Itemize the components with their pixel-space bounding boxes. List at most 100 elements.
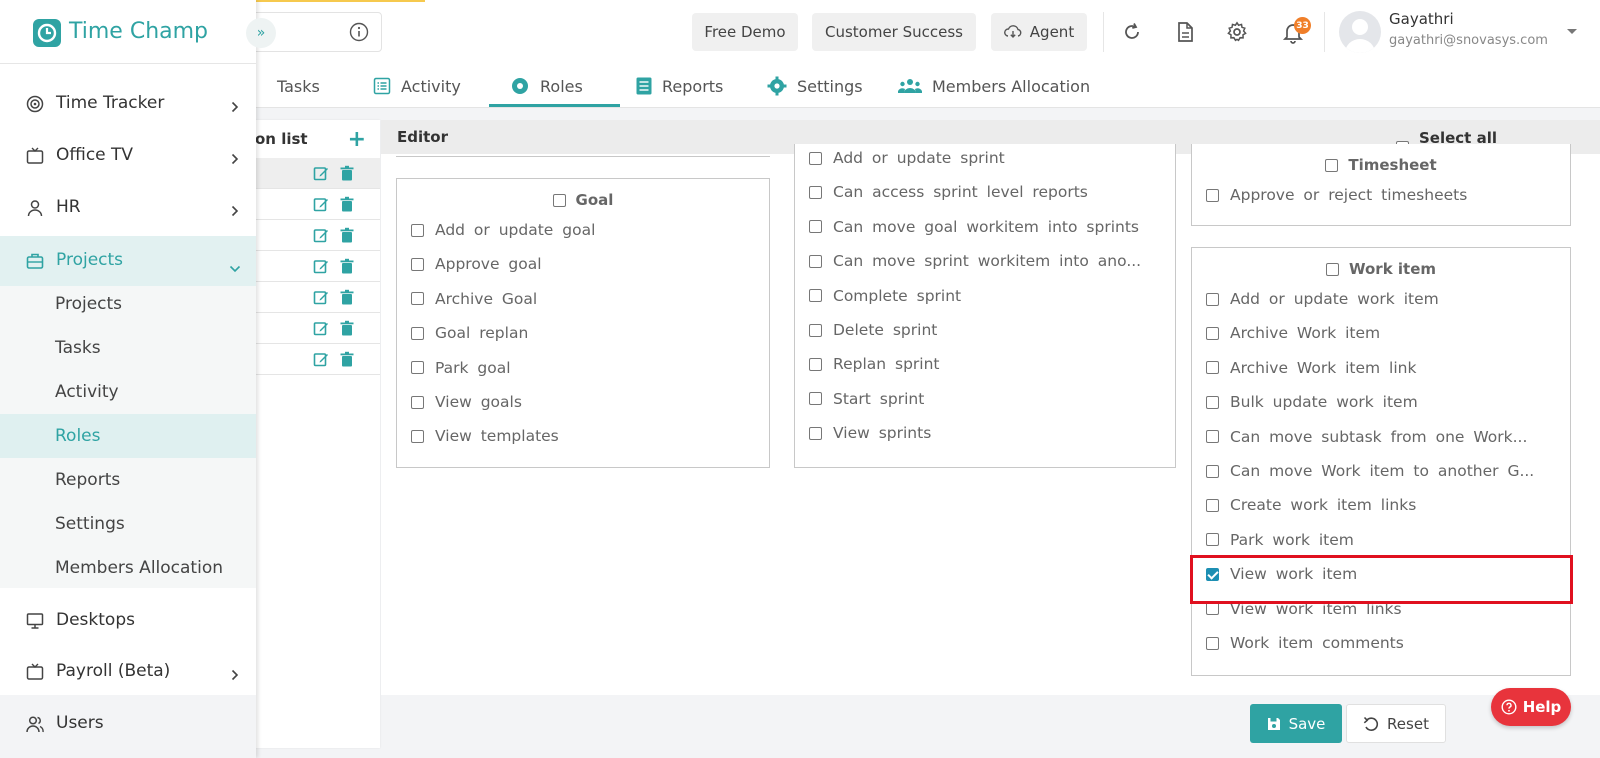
submenu-item-projects[interactable]: Projects: [55, 294, 122, 314]
submenu-item-members-allocation[interactable]: Members Allocation: [55, 558, 223, 578]
workitem-permission[interactable]: Can move Work item to another G...: [1206, 462, 1534, 480]
permission-checkbox[interactable]: [809, 323, 822, 337]
refresh-icon[interactable]: [1120, 20, 1144, 44]
edit-icon[interactable]: [313, 351, 329, 367]
sprint-permission[interactable]: Can move sprint workitem into ano...: [809, 252, 1141, 270]
workitem-permission[interactable]: Archive Work item: [1206, 324, 1380, 342]
submenu-item-reports[interactable]: Reports: [55, 470, 120, 490]
goal-permission[interactable]: Approve goal: [411, 255, 542, 273]
workitem-permission[interactable]: Create work item links: [1206, 496, 1416, 514]
save-button[interactable]: Save: [1250, 704, 1342, 743]
role-row[interactable]: [253, 189, 380, 220]
sprint-permission[interactable]: Complete sprint: [809, 287, 961, 305]
edit-icon[interactable]: [313, 258, 329, 274]
sprint-permission[interactable]: Delete sprint: [809, 321, 937, 339]
sprint-permission[interactable]: View sprints: [809, 424, 931, 442]
permission-checkbox[interactable]: [809, 185, 822, 199]
trash-icon[interactable]: [339, 258, 355, 274]
document-icon[interactable]: [1173, 20, 1197, 44]
permission-checkbox[interactable]: [1206, 361, 1219, 375]
permission-checkbox[interactable]: [809, 392, 822, 406]
role-row[interactable]: [253, 251, 380, 282]
agent-button[interactable]: Agent: [991, 13, 1087, 51]
avatar[interactable]: [1339, 11, 1381, 53]
permission-checkbox[interactable]: [411, 292, 424, 306]
permission-checkbox[interactable]: [1206, 395, 1219, 409]
permission-checkbox[interactable]: [1206, 430, 1219, 444]
sprint-permission[interactable]: Start sprint: [809, 390, 924, 408]
role-row[interactable]: [253, 344, 380, 375]
workitem-permission[interactable]: Park work item: [1206, 531, 1354, 549]
trash-icon[interactable]: [339, 351, 355, 367]
sprint-permission[interactable]: Replan sprint: [809, 355, 940, 373]
permission-checkbox[interactable]: [1206, 292, 1219, 306]
edit-icon[interactable]: [313, 320, 329, 336]
sidebar-item-payroll-beta[interactable]: Payroll (Beta): [0, 647, 256, 697]
permission-checkbox[interactable]: [411, 395, 424, 409]
trash-icon[interactable]: [339, 196, 355, 212]
goal-group-checkbox[interactable]: [552, 193, 566, 207]
role-row[interactable]: [253, 220, 380, 251]
reset-button[interactable]: Reset: [1346, 704, 1446, 743]
add-role-button[interactable]: +: [348, 127, 366, 152]
permission-checkbox[interactable]: [809, 426, 822, 440]
permission-checkbox[interactable]: [1206, 636, 1219, 650]
tab-tasks[interactable]: Tasks: [277, 64, 320, 108]
permission-checkbox[interactable]: [809, 151, 822, 165]
workitem-permission[interactable]: Work item comments: [1206, 634, 1404, 652]
goal-permission[interactable]: Park goal: [411, 359, 511, 377]
caret-down-icon[interactable]: [1566, 28, 1578, 36]
sidebar-item-time-tracker[interactable]: Time Tracker: [0, 79, 256, 129]
goal-permission[interactable]: Goal replan: [411, 324, 528, 342]
edit-icon[interactable]: [313, 289, 329, 305]
role-row[interactable]: [253, 282, 380, 313]
expand-sidebar-icon[interactable]: »: [246, 18, 276, 48]
permission-checkbox[interactable]: [411, 223, 424, 237]
tab-members-allocation[interactable]: Members Allocation: [898, 64, 1090, 108]
sprint-permission[interactable]: Add or update sprint: [809, 149, 1005, 167]
role-row[interactable]: [253, 158, 380, 189]
customer-success-button[interactable]: Customer Success: [812, 13, 976, 51]
info-icon[interactable]: [349, 22, 369, 42]
submenu-item-settings[interactable]: Settings: [55, 514, 125, 534]
trash-icon[interactable]: [339, 165, 355, 181]
trash-icon[interactable]: [339, 289, 355, 305]
goal-permission[interactable]: Add or update goal: [411, 221, 595, 239]
permission-checkbox[interactable]: [411, 429, 424, 443]
sidebar-item-desktops[interactable]: Desktops: [0, 596, 256, 646]
tab-settings[interactable]: Settings: [767, 64, 863, 108]
edit-icon[interactable]: [313, 227, 329, 243]
permission-checkbox[interactable]: [1206, 533, 1219, 547]
role-row[interactable]: [253, 313, 380, 344]
permission-checkbox[interactable]: [1206, 498, 1219, 512]
edit-icon[interactable]: [313, 196, 329, 212]
goal-permission[interactable]: Archive Goal: [411, 290, 537, 308]
permission-checkbox[interactable]: [809, 220, 822, 234]
sprint-permission[interactable]: Can access sprint level reports: [809, 183, 1088, 201]
permission-checkbox[interactable]: [809, 254, 822, 268]
permission-checkbox[interactable]: [809, 357, 822, 371]
permission-checkbox[interactable]: [1206, 326, 1219, 340]
permission-checkbox[interactable]: [411, 326, 424, 340]
timesheet-group-checkbox[interactable]: [1325, 158, 1339, 172]
sprint-permission[interactable]: Can move goal workitem into sprints: [809, 218, 1139, 236]
permission-checkbox[interactable]: [1206, 602, 1219, 616]
gear-icon[interactable]: [1225, 20, 1249, 44]
trash-icon[interactable]: [339, 320, 355, 336]
sidebar-item-hr[interactable]: HR: [0, 183, 256, 233]
workitem-permission[interactable]: Archive Work item link: [1206, 359, 1416, 377]
permission-checkbox[interactable]: [411, 257, 424, 271]
tab-activity[interactable]: Activity: [373, 64, 461, 108]
workitem-permission[interactable]: Can move subtask from one Work...: [1206, 428, 1527, 446]
permission-checkbox[interactable]: [1206, 188, 1219, 202]
permission-checkbox[interactable]: [1206, 464, 1219, 478]
edit-icon[interactable]: [313, 165, 329, 181]
submenu-item-roles[interactable]: Roles: [55, 426, 101, 446]
submenu-item-activity[interactable]: Activity: [55, 382, 119, 402]
timesheet-permission[interactable]: Approve or reject timesheets: [1206, 186, 1467, 204]
sidebar-item-projects[interactable]: Projects: [0, 236, 256, 286]
sidebar-item-office-tv[interactable]: Office TV: [0, 131, 256, 181]
goal-permission[interactable]: View goals: [411, 393, 522, 411]
goal-permission[interactable]: View templates: [411, 427, 559, 445]
tab-roles[interactable]: Roles: [510, 64, 583, 108]
